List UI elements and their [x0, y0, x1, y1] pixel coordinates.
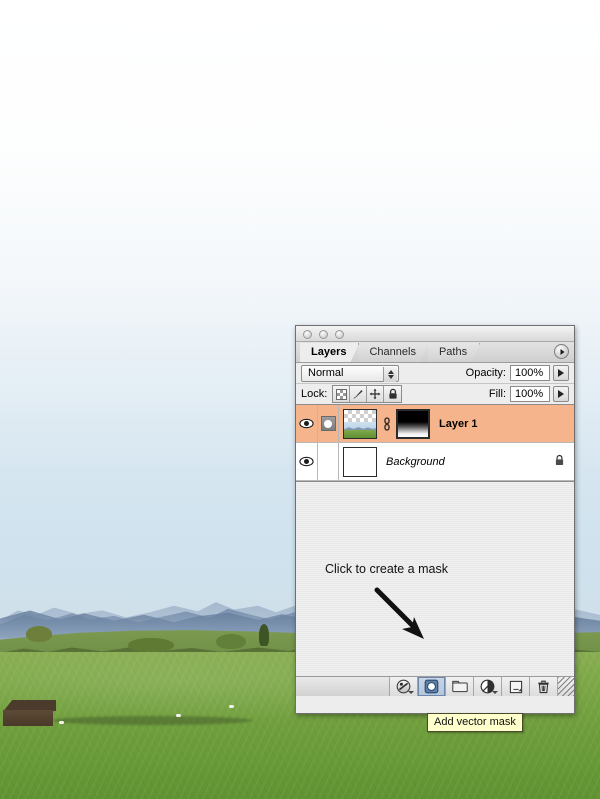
tab-channels[interactable]: Channels — [358, 343, 428, 362]
mask-indicator-icon — [320, 416, 336, 431]
layer-list-empty-area: Click to create a mask — [296, 482, 574, 676]
conifer-right — [259, 624, 269, 646]
palette-bottom-toolbar[interactable] — [296, 676, 574, 696]
chevron-right-icon — [558, 369, 564, 377]
lock-label: Lock: — [301, 388, 328, 400]
resize-grip-icon[interactable] — [557, 677, 574, 696]
layer-visibility-toggle[interactable] — [296, 443, 318, 480]
layer-mask-link-cell[interactable] — [318, 405, 339, 442]
stepper-down-icon — [387, 374, 394, 379]
lock-all-button[interactable] — [384, 386, 402, 402]
table-row[interactable]: Layer 1 — [296, 405, 574, 443]
trash-icon — [538, 680, 549, 693]
layer-locked-icon — [554, 454, 565, 470]
thumbnail-meadow — [344, 429, 376, 438]
close-button[interactable] — [303, 330, 312, 339]
layer-name[interactable]: Background — [386, 456, 445, 468]
chevron-down-icon — [408, 691, 414, 694]
move-cross-icon — [369, 388, 381, 400]
checkerboard-icon — [335, 388, 347, 400]
fill-input[interactable]: 100% — [510, 386, 550, 402]
fill-slider-button[interactable] — [553, 386, 569, 402]
tree-cluster-left — [26, 626, 52, 642]
folder-icon — [451, 680, 468, 693]
padlock-icon — [555, 454, 564, 465]
layer-list: Layer 1 Background — [296, 405, 574, 482]
layer-mask-link-cell[interactable] — [318, 443, 339, 480]
eye-icon — [299, 418, 314, 429]
cow-c — [229, 705, 234, 708]
table-row[interactable]: Background — [296, 443, 574, 481]
barn-wall — [3, 710, 53, 726]
window-controls[interactable] — [303, 330, 344, 339]
blend-mode-stepper-icon[interactable] — [383, 366, 397, 382]
chevron-right-icon — [558, 390, 564, 398]
lock-button-group[interactable] — [332, 385, 403, 403]
palette-tabbar: Layers Channels Paths — [296, 342, 574, 363]
layer-thumbnails — [339, 408, 430, 439]
cow-a — [176, 714, 181, 717]
lock-transparent-pixels-button[interactable] — [333, 386, 351, 402]
link-icon[interactable] — [382, 416, 391, 431]
lock-position-button[interactable] — [367, 386, 385, 402]
chevron-down-icon — [492, 691, 498, 694]
down-right-arrow-icon — [374, 587, 430, 646]
delete-layer-button[interactable] — [529, 677, 557, 696]
layer-mask-thumbnail[interactable] — [396, 408, 430, 439]
opacity-input[interactable]: 100% — [510, 365, 550, 381]
stepper-up-icon — [387, 369, 394, 374]
tab-paths-label: Paths — [438, 346, 468, 358]
add-layer-style-button[interactable] — [389, 677, 417, 696]
palette-menu-arrow-icon[interactable] — [554, 344, 569, 359]
add-layer-mask-button[interactable] — [417, 677, 445, 696]
annotation-text: Click to create a mask — [325, 562, 448, 576]
tab-layers[interactable]: Layers — [300, 343, 359, 362]
mask-rounded-square-icon — [424, 679, 439, 694]
field-shadow — [52, 716, 252, 725]
lock-row: Lock: Fill: 100% — [296, 384, 574, 405]
tree-cluster-center — [128, 638, 174, 652]
zoom-button[interactable] — [335, 330, 344, 339]
tree-cluster-right — [216, 634, 246, 649]
tab-layers-label: Layers — [311, 346, 347, 358]
create-adjustment-layer-button[interactable] — [473, 677, 501, 696]
create-new-layer-button[interactable] — [501, 677, 529, 696]
layers-palette[interactable]: Layers Channels Paths Normal Opacity: 10… — [295, 325, 575, 714]
palette-titlebar[interactable] — [296, 326, 574, 342]
tooltip: Add vector mask — [427, 713, 523, 732]
brush-icon — [353, 390, 363, 399]
tab-paths[interactable]: Paths — [428, 343, 480, 362]
layer-name[interactable]: Layer 1 — [439, 418, 478, 430]
eye-icon — [299, 456, 314, 467]
layer-visibility-toggle[interactable] — [296, 405, 318, 442]
barn — [0, 700, 56, 726]
blend-mode-value: Normal — [308, 366, 344, 379]
tab-list: Layers Channels Paths — [300, 343, 479, 362]
cow-b — [59, 721, 64, 724]
blend-mode-select[interactable]: Normal — [301, 364, 399, 382]
layer-thumbnail[interactable] — [343, 446, 377, 477]
layer-thumbnail[interactable] — [343, 408, 377, 439]
padlock-icon — [389, 388, 397, 399]
tab-channels-label: Channels — [369, 346, 416, 358]
lock-image-pixels-button[interactable] — [350, 386, 368, 402]
layer-thumbnails — [339, 446, 377, 477]
opacity-label: Opacity: — [465, 367, 506, 379]
new-page-icon — [509, 680, 522, 693]
fill-label: Fill: — [488, 388, 506, 400]
blend-mode-row: Normal Opacity: 100% — [296, 363, 574, 384]
create-new-group-button[interactable] — [445, 677, 473, 696]
minimize-button[interactable] — [319, 330, 328, 339]
opacity-slider-button[interactable] — [553, 365, 569, 381]
